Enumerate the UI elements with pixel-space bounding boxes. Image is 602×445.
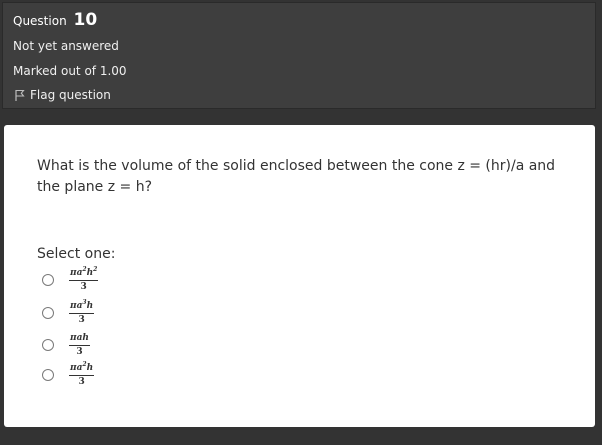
question-content: What is the volume of the solid enclosed… xyxy=(4,125,595,427)
question-number: 10 xyxy=(73,10,98,30)
answer-fraction: πa3h 3 xyxy=(69,299,95,326)
flag-icon xyxy=(15,89,25,101)
question-heading: Question 10 xyxy=(13,11,97,30)
answer-denominator: 3 xyxy=(80,281,87,292)
question-info-panel: Question 10 Not yet answered Marked out … xyxy=(2,2,596,109)
answer-radio[interactable] xyxy=(42,274,54,286)
answer-denominator: 3 xyxy=(78,314,85,325)
answer-status: Not yet answered xyxy=(13,39,119,53)
question-label: Question xyxy=(13,14,67,28)
answer-option[interactable]: πa2h2 3 xyxy=(42,265,99,295)
answer-radio[interactable] xyxy=(42,339,54,351)
answer-numerator: πa2h xyxy=(69,361,95,376)
answer-fraction: πa2h 3 xyxy=(69,361,95,388)
question-marks: Marked out of 1.00 xyxy=(13,64,127,78)
answer-fraction: πah 3 xyxy=(69,333,90,358)
question-text: What is the volume of the solid enclosed… xyxy=(37,158,556,195)
flag-question-link[interactable]: Flag question xyxy=(13,87,111,103)
answer-radio[interactable] xyxy=(42,369,54,381)
answer-numerator: πah xyxy=(69,333,90,346)
answer-numerator: πa2h2 xyxy=(69,266,99,281)
answer-option[interactable]: πa3h 3 xyxy=(42,298,95,328)
select-prompt: Select one: xyxy=(37,246,116,262)
answer-option[interactable]: πa2h 3 xyxy=(42,360,95,390)
answer-denominator: 3 xyxy=(78,376,85,387)
flag-question-label: Flag question xyxy=(30,88,111,102)
answer-radio[interactable] xyxy=(42,307,54,319)
answer-denominator: 3 xyxy=(76,346,83,357)
answer-option[interactable]: πah 3 xyxy=(42,330,90,360)
answer-numerator: πa3h xyxy=(69,299,95,314)
answer-fraction: πa2h2 3 xyxy=(69,266,99,293)
